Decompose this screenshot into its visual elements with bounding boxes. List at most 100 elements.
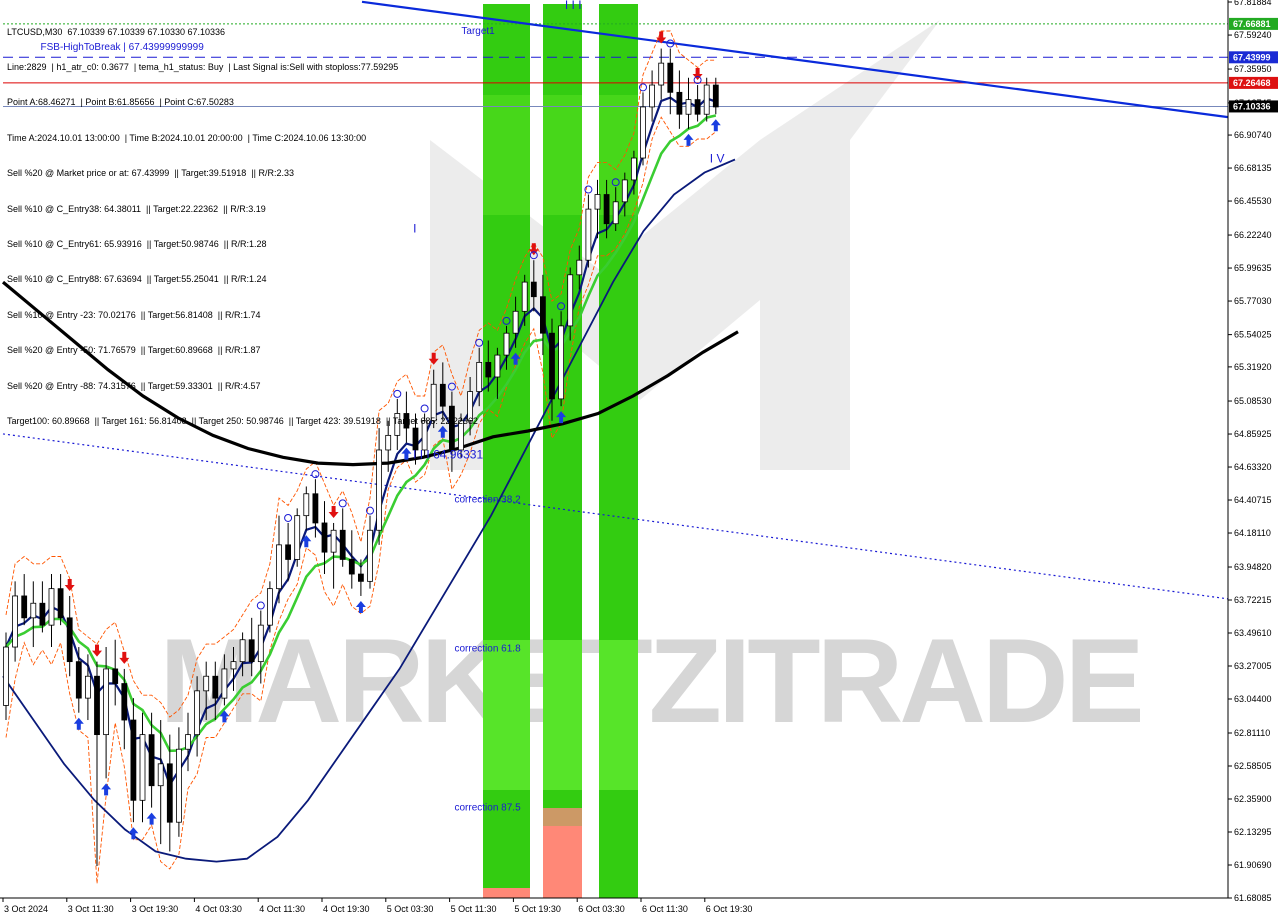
candle-body bbox=[594, 194, 601, 210]
y-tick-label: 65.08530 bbox=[1234, 396, 1272, 406]
candle-body bbox=[621, 179, 628, 203]
y-tick-label: 64.40715 bbox=[1234, 495, 1272, 505]
candle-body bbox=[276, 544, 282, 590]
candle-body bbox=[157, 763, 164, 787]
candle-body bbox=[21, 595, 28, 619]
candle bbox=[558, 311, 564, 407]
chart-annotation: I I I bbox=[565, 0, 582, 12]
fib-zone-tan bbox=[543, 808, 582, 826]
fib-zone-light bbox=[599, 640, 638, 790]
x-tick-label: 6 Oct 03:30 bbox=[578, 904, 625, 914]
candle-body bbox=[75, 661, 82, 699]
y-tick-label: 66.68135 bbox=[1234, 163, 1272, 173]
chart-annotation: correction 87.5 bbox=[455, 803, 522, 814]
chart-annotation: I V bbox=[710, 151, 725, 165]
candle-body bbox=[640, 106, 646, 159]
price-tag-label: 67.10336 bbox=[1233, 101, 1271, 111]
candle-body bbox=[558, 325, 564, 400]
y-tick-label: 63.04400 bbox=[1234, 694, 1272, 704]
candle-body bbox=[66, 617, 73, 663]
y-tick-label: 64.18110 bbox=[1234, 528, 1271, 538]
fib-zone-salmon bbox=[543, 826, 582, 898]
info-line: Sell %20 @ Entry -88: 74.31576 || Target… bbox=[7, 380, 261, 391]
y-tick-label: 61.68085 bbox=[1234, 893, 1272, 903]
candle-body bbox=[103, 668, 109, 736]
info-line: Time A:2024.10.01 13:00:00 | Time B:2024… bbox=[7, 132, 367, 143]
candle-body bbox=[712, 84, 719, 108]
candle-body bbox=[85, 675, 91, 699]
candle-body bbox=[694, 99, 701, 115]
info-panel: LTCUSD,M30 67.10339 67.10339 67.10330 67… bbox=[7, 3, 478, 451]
y-tick-label: 65.77030 bbox=[1234, 296, 1272, 306]
x-tick-label: 3 Oct 2024 bbox=[4, 904, 48, 914]
chart-annotation: correction 38.2 bbox=[455, 495, 522, 506]
candle-body bbox=[57, 588, 64, 619]
candle-body bbox=[503, 332, 510, 356]
info-line: Sell %10 @ C_Entry61: 65.93916 || Target… bbox=[7, 238, 267, 249]
candle-body bbox=[521, 281, 528, 312]
candle-body bbox=[285, 544, 292, 560]
y-tick-label: 61.90690 bbox=[1234, 860, 1272, 870]
candle-body bbox=[248, 639, 255, 663]
candle-body bbox=[203, 675, 210, 692]
y-tick-label: 62.81110 bbox=[1234, 728, 1270, 738]
y-tick-label: 63.94820 bbox=[1234, 562, 1272, 572]
candle-body bbox=[485, 361, 492, 378]
y-tick-label: 65.54025 bbox=[1234, 330, 1272, 340]
candle-body bbox=[658, 62, 665, 86]
candle-body bbox=[230, 661, 237, 670]
info-line: Sell %10 @ C_Entry88: 67.63694 || Target… bbox=[7, 274, 267, 285]
candle-body bbox=[649, 84, 655, 108]
y-tick-label: 66.90740 bbox=[1234, 130, 1272, 140]
x-tick-label: 5 Oct 11:30 bbox=[451, 904, 497, 914]
x-tick-label: 5 Oct 19:30 bbox=[514, 904, 561, 914]
candle-body bbox=[194, 690, 201, 736]
watermark-text: MARKETZITRADE bbox=[159, 614, 1140, 748]
y-tick-label: 65.31920 bbox=[1234, 362, 1272, 372]
candle-body bbox=[221, 668, 228, 699]
candle-body bbox=[685, 99, 692, 115]
candle-body bbox=[12, 595, 19, 648]
y-tick-label: 63.72215 bbox=[1234, 595, 1272, 605]
info-line: Sell %20 @ Market price or at: 67.43999 … bbox=[7, 168, 294, 179]
chart-window: MARKETZITRADE I I II I I 64.96331 I I V Targ… bbox=[0, 0, 1280, 920]
candle-body bbox=[549, 332, 555, 400]
fib-zone-light bbox=[543, 95, 582, 215]
candle-body bbox=[512, 310, 519, 334]
candle-body bbox=[148, 734, 155, 787]
candle-body bbox=[348, 559, 355, 575]
y-tick-label: 62.35900 bbox=[1234, 794, 1272, 804]
candle-body bbox=[312, 493, 319, 524]
candle-body bbox=[257, 624, 264, 663]
price-tag-label: 67.43999 bbox=[1233, 52, 1271, 62]
info-line: Sell %10 @ C_Entry38: 64.38011 || Target… bbox=[7, 203, 266, 214]
y-tick-label: 67.35950 bbox=[1234, 64, 1272, 74]
candle-body bbox=[112, 668, 119, 684]
x-tick-label: 6 Oct 19:30 bbox=[706, 904, 753, 914]
candle-body bbox=[339, 529, 346, 560]
candle-body bbox=[303, 493, 310, 517]
candle-body bbox=[166, 763, 173, 823]
candle-body bbox=[185, 734, 191, 750]
y-tick-label: 62.13295 bbox=[1234, 827, 1272, 837]
x-tick-label: 4 Oct 19:30 bbox=[323, 904, 370, 914]
candle-body bbox=[94, 675, 100, 736]
candle-body bbox=[540, 296, 546, 334]
info-line: Sell %10 @ Entry -23: 70.02176 || Target… bbox=[7, 309, 261, 320]
y-tick-label: 66.45530 bbox=[1234, 196, 1272, 206]
x-tick-label: 6 Oct 11:30 bbox=[642, 904, 688, 914]
candle-body bbox=[376, 449, 383, 531]
fib-zone-light bbox=[483, 640, 530, 790]
price-tag-label: 67.26468 bbox=[1233, 78, 1271, 88]
candle bbox=[266, 581, 273, 633]
fib-zone-light bbox=[543, 640, 582, 790]
candle-body bbox=[321, 522, 328, 553]
symbol-line: LTCUSD,M30 67.10339 67.10339 67.10330 67… bbox=[7, 26, 225, 37]
info-line: Line:2829 | h1_atr_c0: 0.3677 | tema_h1_… bbox=[7, 61, 399, 72]
candle-body bbox=[294, 515, 301, 560]
candle-body bbox=[357, 573, 364, 582]
info-line: Sell %20 @ Entry -50: 71.76579 || Target… bbox=[7, 345, 261, 356]
candle-body bbox=[239, 639, 246, 663]
candle-body bbox=[367, 529, 373, 582]
candle-body bbox=[30, 602, 37, 619]
